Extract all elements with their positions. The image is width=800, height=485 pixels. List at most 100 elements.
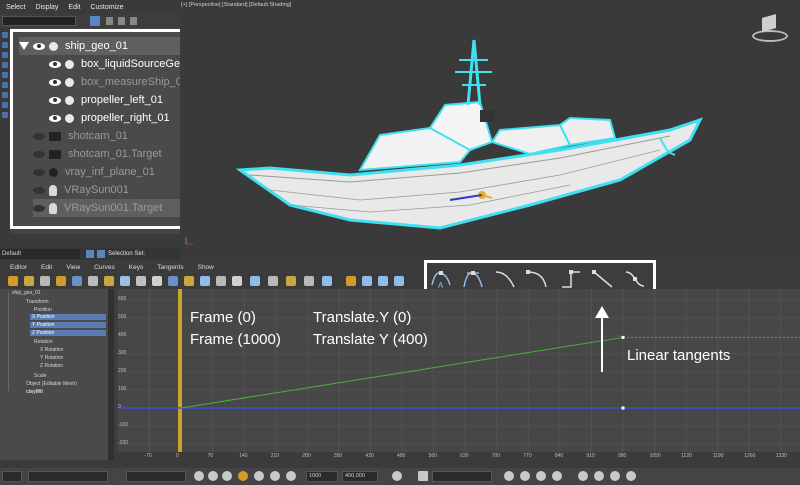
tree-item-y-position[interactable]: Y Position <box>30 322 106 328</box>
filter-cameras-icon[interactable] <box>2 62 8 68</box>
menu-customize[interactable]: Customize <box>90 4 123 11</box>
pencil-icon[interactable] <box>40 276 50 286</box>
filter-spacewarps-icon[interactable] <box>2 82 8 88</box>
key-icon[interactable] <box>392 471 402 481</box>
value-field[interactable]: 400.000 <box>342 471 378 482</box>
curve-properties-icon[interactable] <box>394 276 404 286</box>
filter-shapes-icon[interactable] <box>2 42 8 48</box>
visibility-eye-icon[interactable] <box>49 96 61 104</box>
tree-item-x-rotation[interactable]: X Rotation <box>40 347 63 353</box>
add-key-icon[interactable] <box>56 276 66 286</box>
frame-field[interactable]: 1000 <box>306 471 338 482</box>
menu-view[interactable]: View <box>66 264 80 271</box>
reduce-keys-icon[interactable] <box>216 276 226 286</box>
menu-editor[interactable]: Editor <box>10 264 27 271</box>
menu-keys[interactable]: Keys <box>129 264 143 271</box>
tree-item-x-position[interactable]: X Position <box>30 314 106 320</box>
auto-tangent-icon[interactable]: A <box>429 267 453 291</box>
visibility-eye-icon[interactable] <box>33 186 45 194</box>
time-config-icon[interactable] <box>238 471 248 481</box>
layer-dropdown[interactable]: Default <box>0 249 80 259</box>
pan-hand-icon[interactable] <box>504 471 514 481</box>
fast-tangent-icon[interactable] <box>493 267 517 291</box>
tree-item-material[interactable]: clayMtl <box>26 389 43 395</box>
search-input[interactable] <box>2 16 76 26</box>
tree-item-object[interactable]: Object (Editable Mesh) <box>26 381 77 387</box>
show-tangents-icon[interactable] <box>304 276 314 286</box>
track-dropdown[interactable] <box>126 471 186 482</box>
tree-item-position[interactable]: Position <box>34 307 52 313</box>
visibility-eye-icon[interactable] <box>49 114 61 122</box>
slow-tangent-icon[interactable] <box>525 267 549 291</box>
zoom-icon[interactable] <box>194 471 204 481</box>
menu-select[interactable]: Select <box>6 4 25 11</box>
zoom-horizontal-icon[interactable] <box>520 471 530 481</box>
curve-loop-icon[interactable] <box>232 276 242 286</box>
visibility-eye-icon[interactable] <box>33 42 45 50</box>
menu-tangents[interactable]: Tangents <box>157 264 183 271</box>
frame-icon[interactable] <box>254 471 264 481</box>
tree-item-y-rotation[interactable]: Y Rotation <box>40 355 63 361</box>
selection-set-icon[interactable] <box>97 250 105 258</box>
region-tool-icon[interactable] <box>136 276 146 286</box>
linear-tangent-icon[interactable] <box>591 267 615 291</box>
maxscript-listener-field[interactable] <box>28 471 108 482</box>
ease-curve-icon[interactable] <box>362 276 372 286</box>
menu-curves[interactable]: Curves <box>94 264 115 271</box>
tree-item-rotation[interactable]: Rotation <box>34 339 53 345</box>
lock-tangents-icon[interactable] <box>286 276 296 286</box>
frame-horizontal-icon[interactable] <box>594 471 604 481</box>
value-icon[interactable] <box>270 471 280 481</box>
fit-icon[interactable] <box>626 471 636 481</box>
tree-item-scale[interactable]: Scale <box>34 373 47 379</box>
zoom-region-icon[interactable] <box>552 471 562 481</box>
pan-icon[interactable] <box>208 471 218 481</box>
lock-icon[interactable] <box>24 276 34 286</box>
tree-item-z-rotation[interactable]: Z Rotation <box>40 363 63 369</box>
retime-icon[interactable] <box>152 276 162 286</box>
maxscript-mini-field[interactable] <box>2 471 22 482</box>
lock-icon[interactable] <box>106 17 113 25</box>
filter-geometry-icon[interactable] <box>2 32 8 38</box>
filter-icon[interactable] <box>8 276 18 286</box>
filter-icon[interactable] <box>90 16 100 26</box>
visibility-eye-icon[interactable] <box>33 168 45 176</box>
move-keys-icon[interactable] <box>72 276 82 286</box>
break-tangents-icon[interactable] <box>250 276 260 286</box>
normalize-icon[interactable] <box>322 276 332 286</box>
frame-vertical-icon[interactable] <box>610 471 620 481</box>
filter-lights-icon[interactable] <box>2 52 8 58</box>
ship-model[interactable] <box>230 30 730 250</box>
filter-xrefs-icon[interactable] <box>2 102 8 108</box>
grid-field[interactable] <box>432 471 492 482</box>
tree-item-ship-geo[interactable]: ship_geo_01 <box>12 290 41 296</box>
nav-icon[interactable] <box>286 471 296 481</box>
zoom-vertical-icon[interactable] <box>536 471 546 481</box>
visibility-eye-icon[interactable] <box>33 150 45 158</box>
retime-all-icon[interactable] <box>168 276 178 286</box>
tree-item-z-position[interactable]: Z Position <box>30 330 106 336</box>
out-of-range-icon[interactable] <box>346 276 356 286</box>
snap-frames-icon[interactable] <box>184 276 194 286</box>
visibility-eye-icon[interactable] <box>49 60 61 68</box>
smooth-tangent-icon[interactable] <box>623 267 647 291</box>
select-icon[interactable] <box>200 276 210 286</box>
filter-helpers-icon[interactable] <box>2 72 8 78</box>
zoom-extents-icon[interactable] <box>222 471 232 481</box>
grid-icon[interactable] <box>418 471 428 481</box>
menu-edit[interactable]: Edit <box>68 4 80 11</box>
step-tangent-icon[interactable] <box>559 267 583 291</box>
expand-triangle-icon[interactable] <box>19 42 29 50</box>
viewport-label[interactable]: [+] [Perspective] [Standard] [Default Sh… <box>181 2 291 8</box>
menu-show[interactable]: Show <box>198 264 214 271</box>
scale-keys-icon[interactable] <box>104 276 114 286</box>
unify-tangents-icon[interactable] <box>268 276 278 286</box>
tree-item-transform[interactable]: Transform <box>26 299 49 305</box>
filter-bones-icon[interactable] <box>2 112 8 118</box>
search-icon[interactable] <box>578 471 588 481</box>
scale-values-icon[interactable] <box>120 276 130 286</box>
filter-groups-icon[interactable] <box>2 92 8 98</box>
visibility-eye-icon[interactable] <box>33 132 45 140</box>
viewcube-ring[interactable] <box>752 30 788 42</box>
custom-tangent-icon[interactable] <box>461 267 485 291</box>
